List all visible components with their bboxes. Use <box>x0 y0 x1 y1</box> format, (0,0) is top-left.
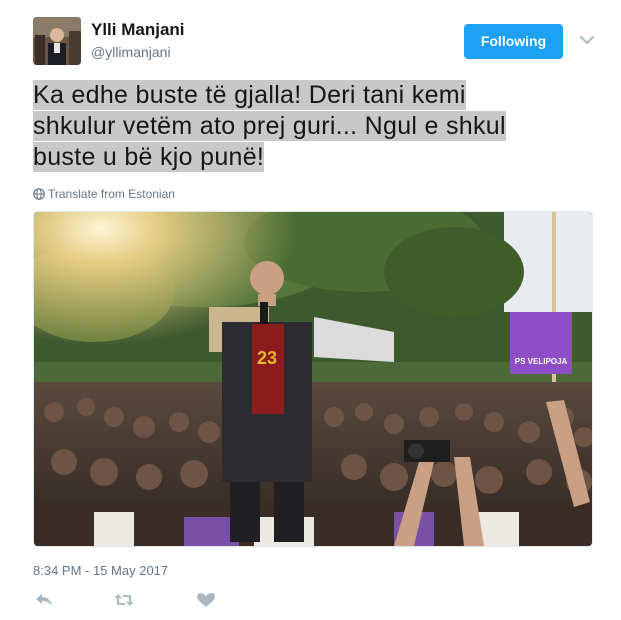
reply-icon[interactable] <box>33 591 55 609</box>
tweet-text: Ka edhe buste të gjalla! Deri tani kemi … <box>33 80 593 173</box>
tweet-text-line-1: Ka edhe buste të gjalla! Deri tani kemi <box>33 80 466 110</box>
tweet-photo[interactable]: PS VELIPOJA 23 <box>33 211 593 547</box>
globe-icon <box>33 188 45 200</box>
translate-link[interactable]: Translate from Estonian <box>33 186 175 202</box>
retweet-icon[interactable] <box>113 591 135 609</box>
sign-text: PS VELIPOJA <box>515 357 568 366</box>
display-name[interactable]: Ylli Manjani <box>91 20 185 40</box>
avatar-image <box>33 17 81 65</box>
translate-label: Translate from Estonian <box>48 187 175 201</box>
chevron-down-icon[interactable] <box>578 33 596 47</box>
tweet-text-line-3: buste u bë kjo punë! <box>33 142 265 172</box>
tweet-timestamp[interactable]: 8:34 PM - 15 May 2017 <box>33 563 168 579</box>
avatar[interactable] <box>33 17 81 65</box>
following-button[interactable]: Following <box>464 24 563 59</box>
heart-icon[interactable] <box>195 591 217 609</box>
tweet-text-line-2: shkulur vetëm ato prej guri... Ngul e sh… <box>33 111 506 141</box>
username[interactable]: @yllimanjani <box>91 43 171 61</box>
shirt-number: 23 <box>257 348 277 368</box>
crowd-photo: PS VELIPOJA 23 <box>34 212 592 546</box>
